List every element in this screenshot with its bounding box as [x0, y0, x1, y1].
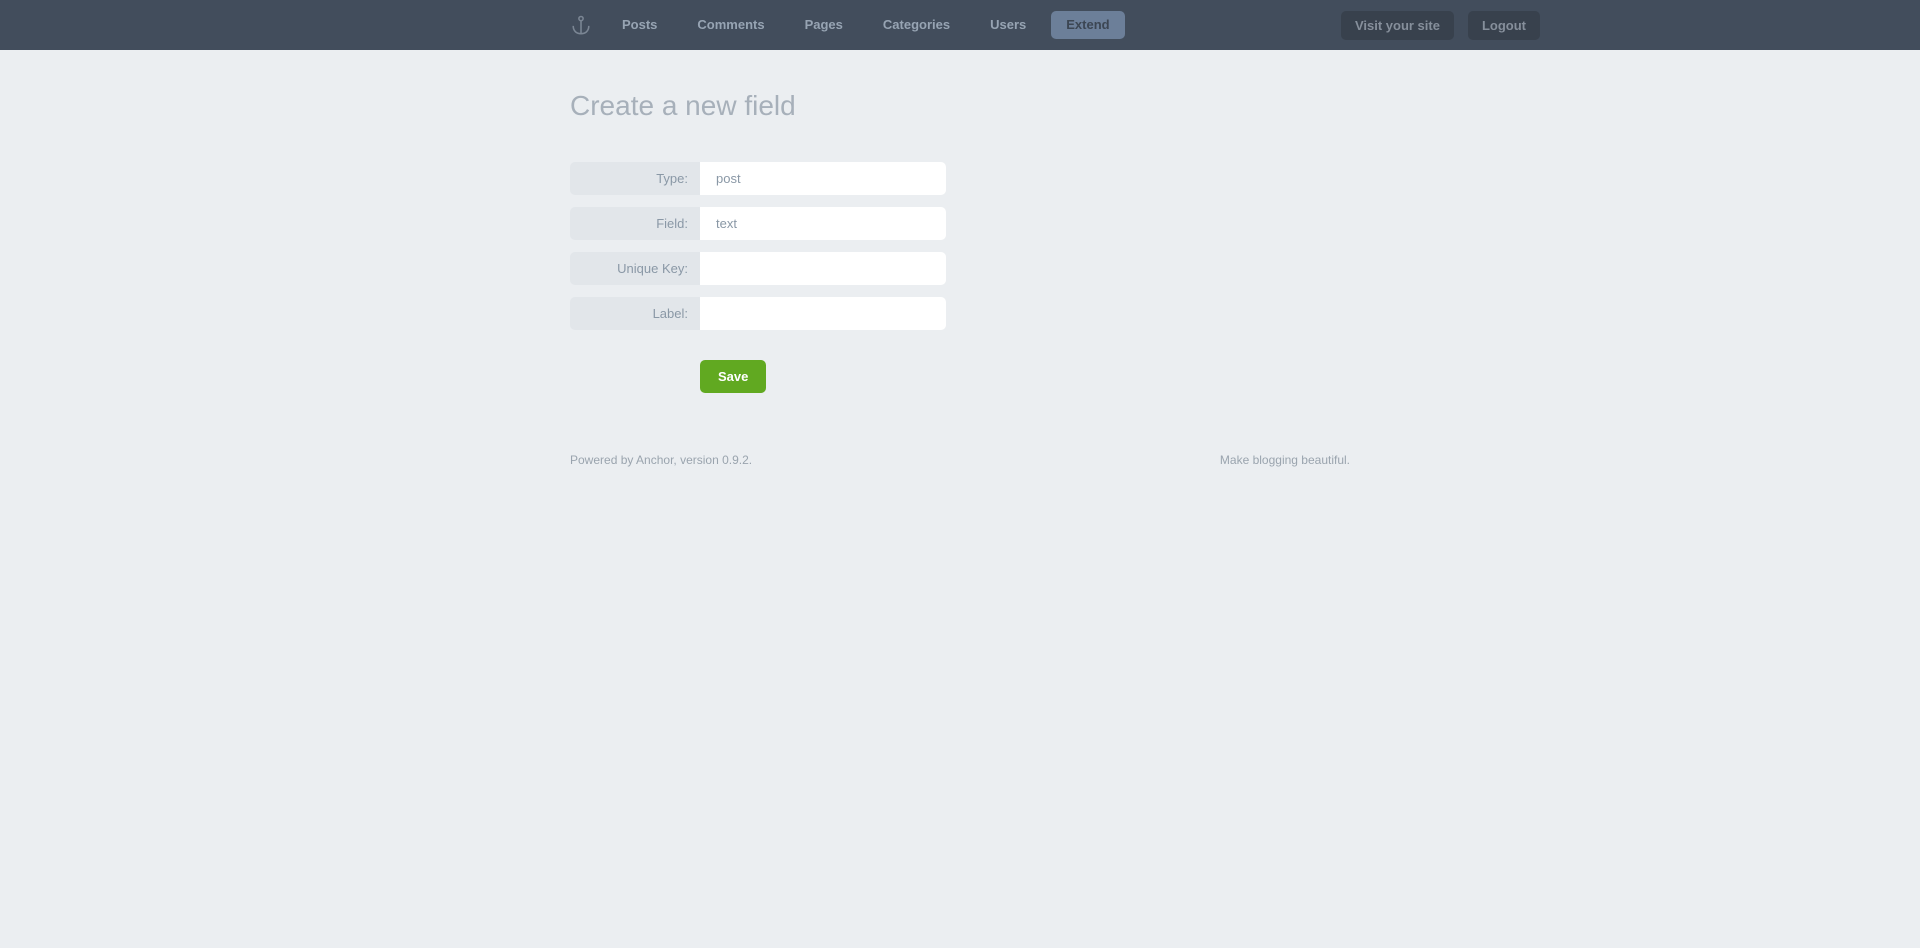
label-field: Field:: [570, 207, 700, 240]
main-nav: Posts Comments Pages Categories Users Ex…: [602, 0, 1130, 50]
label-label: Label:: [570, 297, 700, 330]
visit-site-button[interactable]: Visit your site: [1341, 11, 1454, 40]
main-content: Create a new field Type: post Field: tex…: [570, 50, 1350, 467]
nav-categories[interactable]: Categories: [863, 0, 970, 50]
topbar-actions: Visit your site Logout: [1341, 0, 1540, 50]
topbar: Posts Comments Pages Categories Users Ex…: [0, 0, 1920, 50]
nav-users[interactable]: Users: [970, 0, 1046, 50]
page-title: Create a new field: [570, 90, 1350, 122]
nav-posts[interactable]: Posts: [602, 0, 677, 50]
row-field: Field: text: [570, 207, 1350, 240]
anchor-logo-icon: [570, 14, 592, 36]
footer-tagline: Make blogging beautiful.: [1220, 453, 1350, 467]
nav-comments[interactable]: Comments: [677, 0, 784, 50]
footer-version: Powered by Anchor, version 0.9.2.: [570, 453, 752, 467]
label-type: Type:: [570, 162, 700, 195]
row-label: Label:: [570, 297, 1350, 330]
input-label[interactable]: [700, 297, 946, 330]
logout-button[interactable]: Logout: [1468, 11, 1540, 40]
select-field[interactable]: text: [700, 207, 946, 240]
select-type[interactable]: post: [700, 162, 946, 195]
label-unique-key: Unique Key:: [570, 252, 700, 285]
nav-extend[interactable]: Extend: [1051, 11, 1124, 39]
row-type: Type: post: [570, 162, 1350, 195]
save-button[interactable]: Save: [700, 360, 766, 393]
nav-pages[interactable]: Pages: [785, 0, 863, 50]
footer: Powered by Anchor, version 0.9.2. Make b…: [570, 453, 1350, 467]
create-field-form: Type: post Field: text Unique Key: Label…: [570, 162, 1350, 393]
input-unique-key[interactable]: [700, 252, 946, 285]
row-unique-key: Unique Key:: [570, 252, 1350, 285]
